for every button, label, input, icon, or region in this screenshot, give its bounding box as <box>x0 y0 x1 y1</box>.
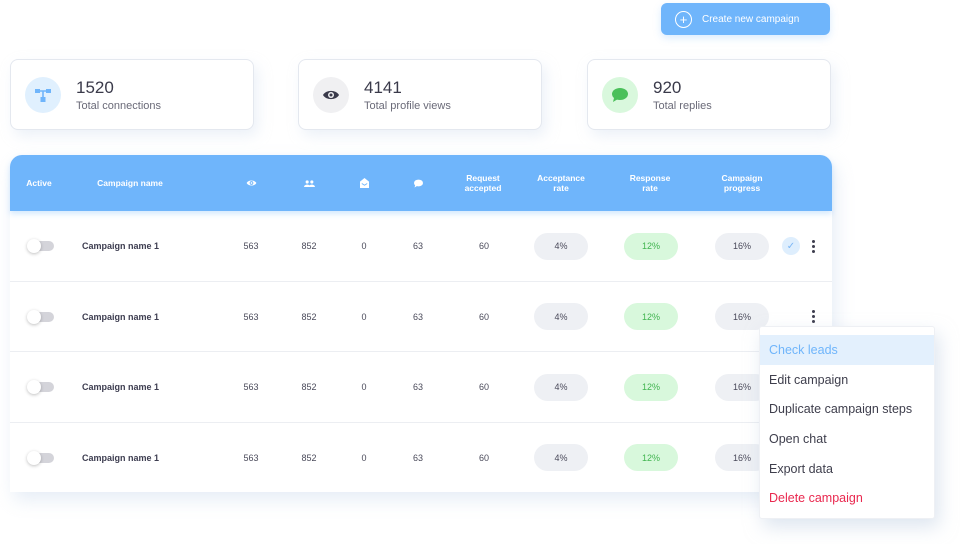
header-replies[interactable] <box>407 155 429 211</box>
menu-item-delete-campaign[interactable]: Delete campaign <box>760 483 934 513</box>
header-acceptance-rate[interactable]: Acceptance rate <box>530 155 592 211</box>
request-accepted-value: 60 <box>478 311 489 322</box>
header-active[interactable]: Active <box>20 155 58 211</box>
replies-value: 63 <box>412 382 423 392</box>
header-text: progress <box>723 183 761 193</box>
replies-value: 63 <box>412 311 423 322</box>
stat-label: Total profile views <box>364 99 451 112</box>
connections-value: 852 <box>301 311 317 322</box>
acceptance-rate-pill: 4% <box>534 444 588 471</box>
table-row: Campaign name 1 563 852 0 63 60 4% 12% 1… <box>10 352 832 423</box>
plus-circle-icon: + <box>675 10 692 28</box>
response-rate-pill: 12% <box>624 444 678 471</box>
header-campaign-progress[interactable]: Campaign progress <box>712 155 772 211</box>
request-accepted-value: 60 <box>478 452 489 463</box>
chat-bubble-icon <box>602 76 638 113</box>
more-options-icon[interactable] <box>808 307 818 327</box>
active-toggle[interactable] <box>27 239 54 253</box>
connections-value: 852 <box>301 382 317 392</box>
stat-card-profile-views: 4141 Total profile views <box>298 59 542 130</box>
header-text: Request <box>466 173 500 183</box>
stat-value: 4141 <box>364 77 402 97</box>
header-messages[interactable] <box>353 155 375 211</box>
table-body: Campaign name 1 563 852 0 63 60 4% 12% 1… <box>10 211 832 493</box>
views-value: 563 <box>243 311 259 322</box>
header-text: Response <box>629 173 671 183</box>
table-header: Active Campaign name Request accepted Ac… <box>10 155 832 211</box>
check-icon[interactable]: ✓ <box>782 237 800 255</box>
stat-card-connections: 1520 Total connections <box>10 59 254 130</box>
header-text: rate <box>553 183 569 193</box>
progress-pill: 16% <box>715 232 769 260</box>
stat-card-replies: 920 Total replies <box>587 59 831 130</box>
active-toggle[interactable] <box>27 309 54 324</box>
request-accepted-value: 60 <box>478 241 489 251</box>
eye-icon <box>246 180 256 186</box>
header-response-rate[interactable]: Response rate <box>622 155 678 211</box>
table-row: Campaign name 1 563 852 0 63 60 4% 12% 1… <box>10 211 832 282</box>
menu-item-export-data[interactable]: Export data <box>760 454 934 484</box>
views-value: 563 <box>243 382 259 392</box>
views-value: 563 <box>243 452 259 463</box>
menu-item-edit-campaign[interactable]: Edit campaign <box>760 365 934 395</box>
acceptance-rate-pill: 4% <box>534 303 588 330</box>
people-icon <box>303 179 315 187</box>
active-toggle[interactable] <box>27 380 54 394</box>
table-row: Campaign name 1 563 852 0 63 60 4% 12% 1… <box>10 423 832 494</box>
replies-value: 63 <box>412 241 423 251</box>
menu-item-check-leads[interactable]: Check leads <box>760 335 934 365</box>
response-rate-pill: 12% <box>624 373 678 401</box>
stat-label: Total connections <box>76 99 161 112</box>
messages-value: 0 <box>361 452 367 463</box>
campaign-name[interactable]: Campaign name 1 <box>82 282 202 352</box>
stat-label: Total replies <box>653 99 712 112</box>
active-toggle[interactable] <box>27 450 54 465</box>
messages-value: 0 <box>361 311 367 322</box>
menu-item-duplicate-steps[interactable]: Duplicate campaign steps <box>760 394 934 424</box>
acceptance-rate-pill: 4% <box>534 373 588 401</box>
stat-value: 920 <box>653 77 682 97</box>
more-options-icon[interactable] <box>808 236 818 256</box>
views-value: 563 <box>243 241 259 251</box>
connections-icon <box>25 76 61 113</box>
connections-value: 852 <box>301 241 317 251</box>
create-campaign-label: Create new campaign <box>702 13 800 25</box>
header-text: Campaign <box>721 173 763 183</box>
request-accepted-value: 60 <box>478 382 489 392</box>
header-text: Acceptance <box>537 173 585 183</box>
chat-bubble-icon <box>413 179 423 187</box>
response-rate-pill: 12% <box>624 303 678 330</box>
campaign-name[interactable]: Campaign name 1 <box>82 352 202 422</box>
header-connections[interactable] <box>298 155 320 211</box>
campaign-context-menu: Check leads Edit campaign Duplicate camp… <box>759 326 935 519</box>
stat-value: 1520 <box>76 77 114 97</box>
campaign-name[interactable]: Campaign name 1 <box>82 423 202 493</box>
menu-item-open-chat[interactable]: Open chat <box>760 424 934 454</box>
campaign-name[interactable]: Campaign name 1 <box>82 211 202 281</box>
replies-value: 63 <box>412 452 423 463</box>
response-rate-pill: 12% <box>624 232 678 260</box>
eye-icon <box>313 76 349 113</box>
header-text: rate <box>642 183 658 193</box>
messages-value: 0 <box>361 382 367 392</box>
connections-value: 852 <box>301 452 317 463</box>
open-envelope-icon <box>359 178 369 188</box>
header-views[interactable] <box>240 155 262 211</box>
campaigns-table: Active Campaign name Request accepted Ac… <box>10 155 832 492</box>
header-request-accepted[interactable]: Request accepted <box>458 155 508 211</box>
messages-value: 0 <box>361 241 367 251</box>
table-row: Campaign name 1 563 852 0 63 60 4% 12% 1… <box>10 282 832 352</box>
acceptance-rate-pill: 4% <box>534 232 588 260</box>
header-campaign-name[interactable]: Campaign name <box>80 155 180 211</box>
create-campaign-button[interactable]: + Create new campaign <box>661 3 830 35</box>
header-text: accepted <box>464 183 502 193</box>
